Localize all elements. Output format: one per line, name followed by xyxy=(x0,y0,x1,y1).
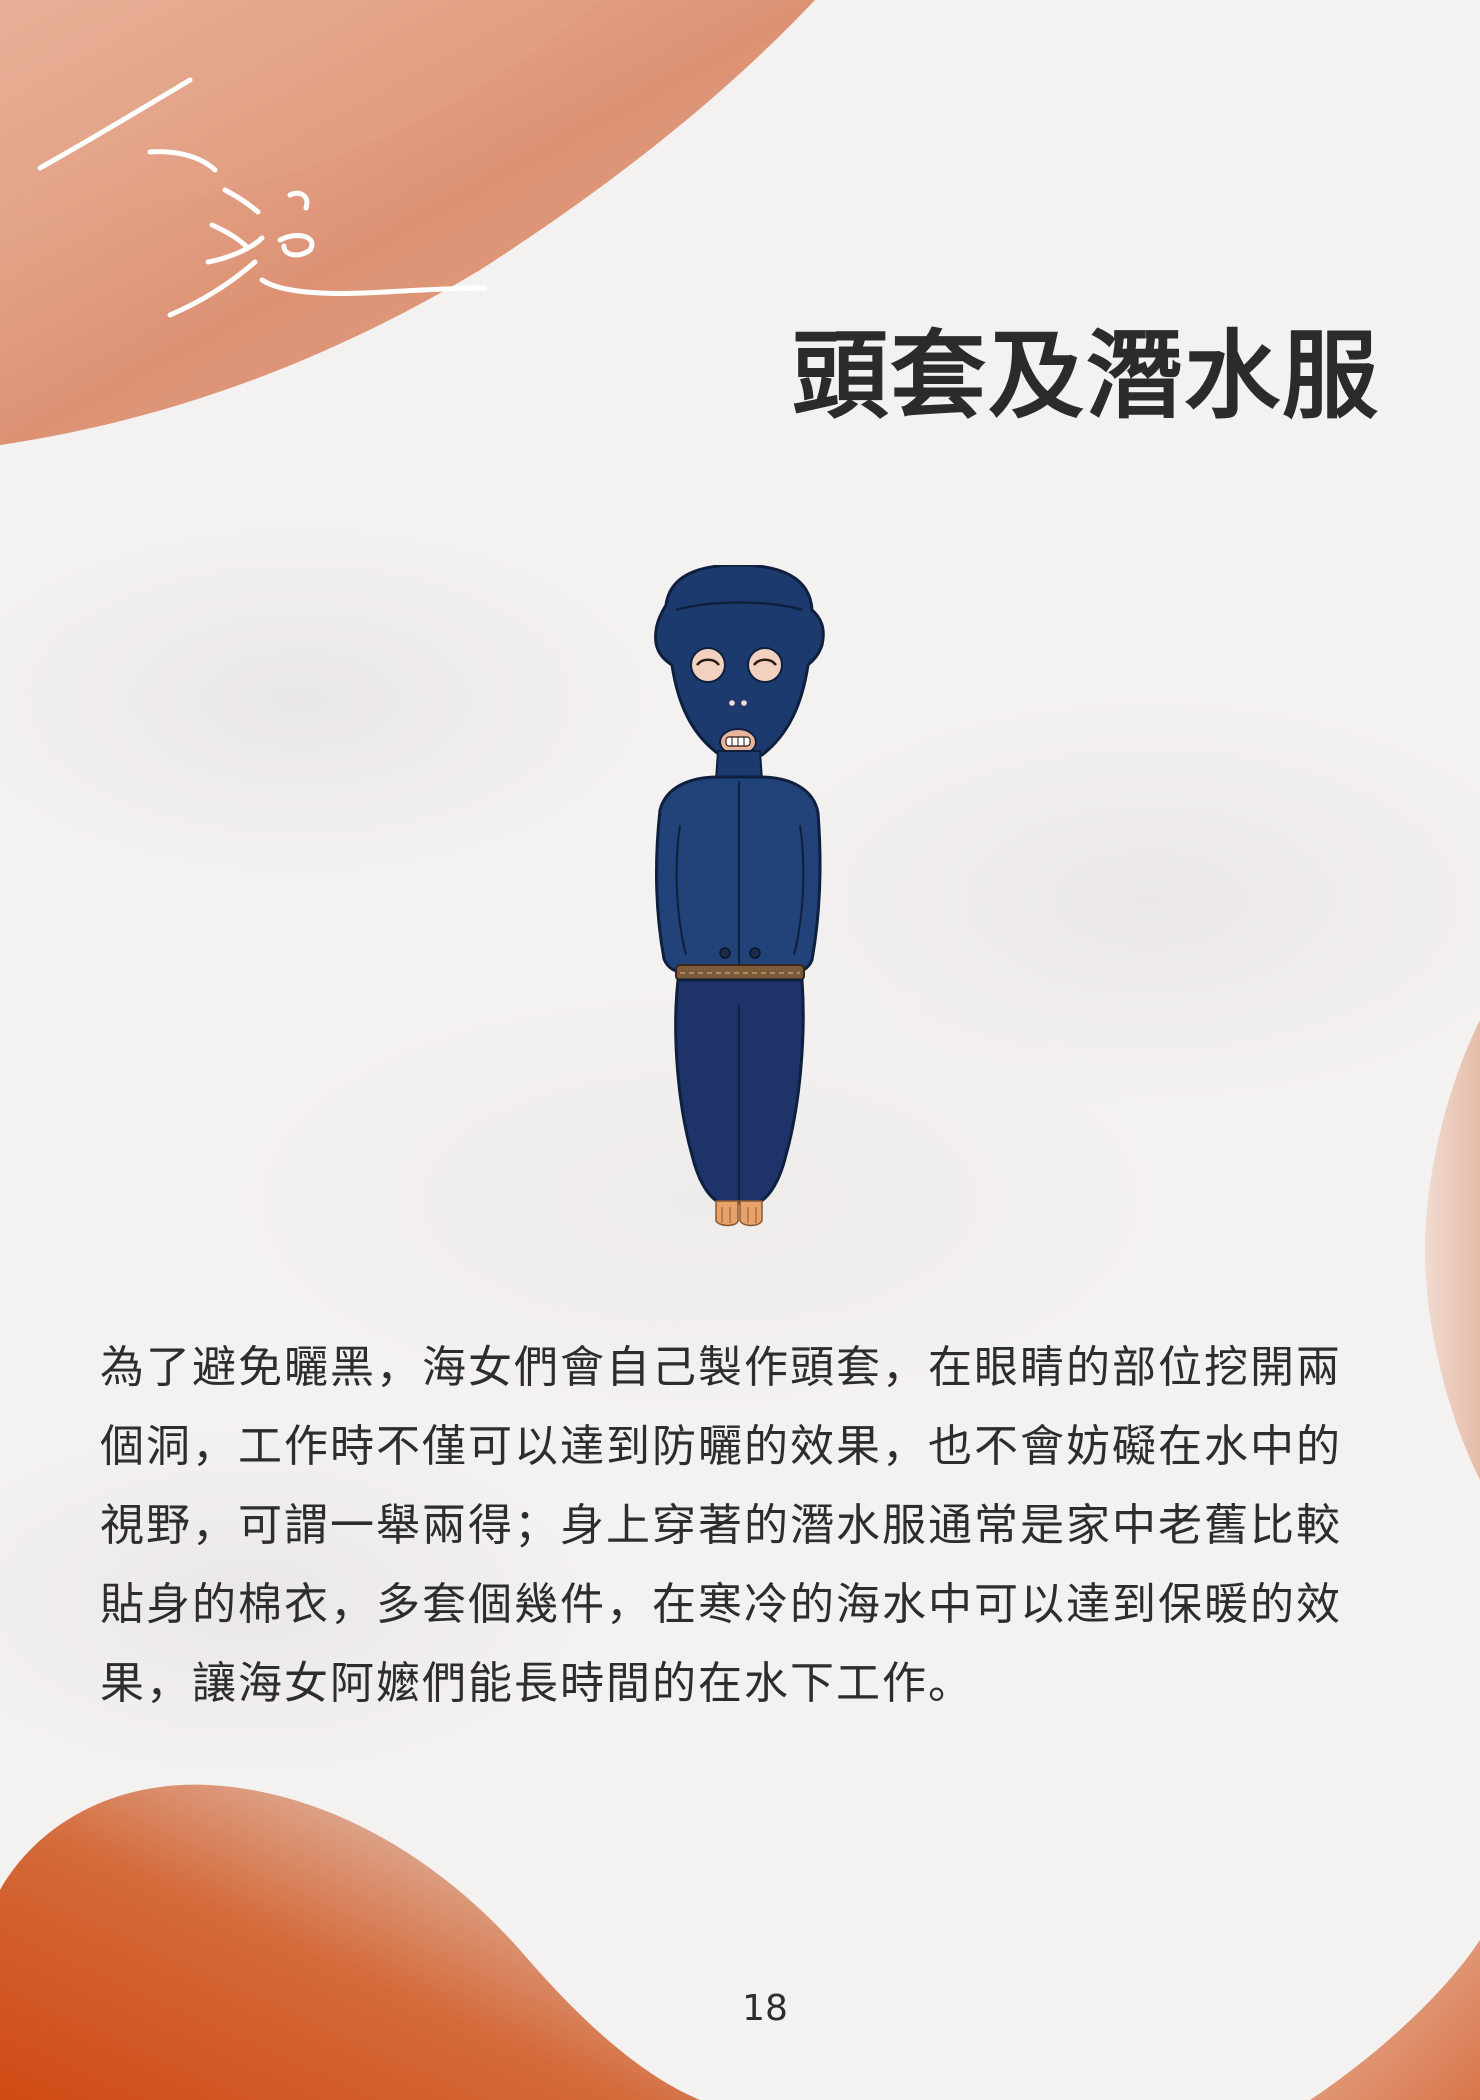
page-number: 18 xyxy=(742,1988,788,2029)
diver-illustration xyxy=(654,565,825,1227)
page-title: 頭套及潛水服 xyxy=(792,320,1380,432)
bottom-left-wave xyxy=(0,1784,700,2100)
feet xyxy=(715,1200,763,1227)
body-paragraph: 為了避免曬黑，海女們會自己製作頭套，在眼睛的部位挖開兩個洞，工作時不僅可以達到防… xyxy=(100,1342,1342,1709)
right-edge-wave xyxy=(1425,1020,1480,1480)
belt xyxy=(675,964,805,981)
hood xyxy=(654,565,825,757)
